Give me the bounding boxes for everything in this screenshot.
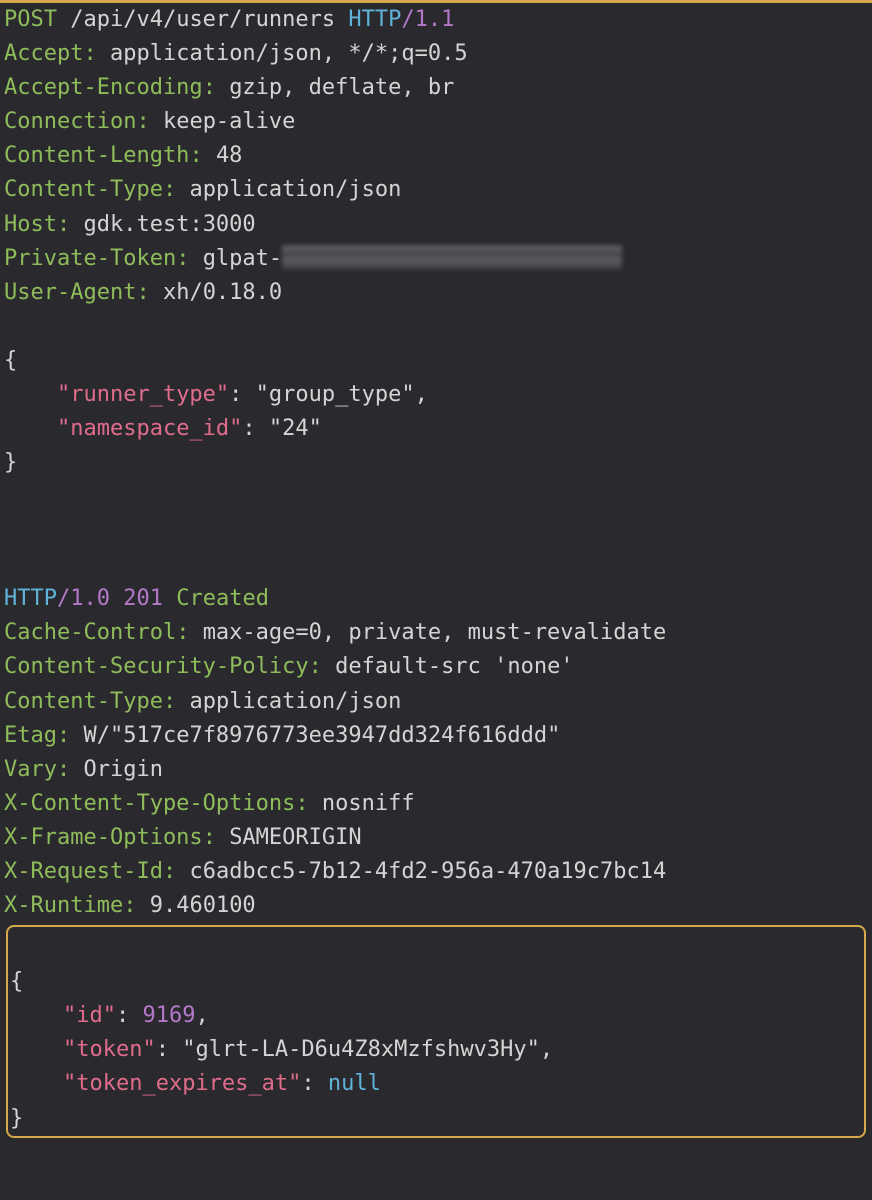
req-header-connection: Connection: keep-alive bbox=[4, 105, 868, 139]
res-body-open: { bbox=[10, 965, 862, 999]
status-text: Created bbox=[176, 586, 269, 611]
res-header-cache-control: Cache-Control: max-age=0, private, must-… bbox=[4, 616, 868, 650]
res-header-content-type: Content-Type: application/json bbox=[4, 685, 868, 719]
req-header-host: Host: gdk.test:3000 bbox=[4, 208, 868, 242]
req-body-namespace-id: "namespace_id": "24" bbox=[4, 412, 868, 446]
request-path: /api/v4/user/runners bbox=[70, 7, 335, 32]
res-body-token: "token": "glrt-LA-D6u4Z8xMzfshwv3Hy", bbox=[10, 1033, 862, 1067]
res-header-x-runtime: X-Runtime: 9.460100 bbox=[4, 889, 868, 923]
req-body-open: { bbox=[4, 344, 868, 378]
res-header-vary: Vary: Origin bbox=[4, 753, 868, 787]
http-protocol: HTTP bbox=[348, 7, 401, 32]
http-version: / bbox=[401, 7, 414, 32]
req-body-close: } bbox=[4, 446, 868, 480]
http-method: POST bbox=[4, 7, 57, 32]
req-header-accept-encoding: Accept-Encoding: gzip, deflate, br bbox=[4, 71, 868, 105]
status-code: 201 bbox=[123, 586, 163, 611]
res-header-csp: Content-Security-Policy: default-src 'no… bbox=[4, 650, 868, 684]
redacted-token-icon bbox=[282, 245, 622, 269]
res-header-x-content-type-options: X-Content-Type-Options: nosniff bbox=[4, 787, 868, 821]
request-line: POST /api/v4/user/runners HTTP/1.1 bbox=[4, 3, 868, 37]
req-header-accept: Accept: application/json, */*;q=0.5 bbox=[4, 37, 868, 71]
res-header-x-request-id: X-Request-Id: c6adbcc5-7b12-4fd2-956a-47… bbox=[4, 855, 868, 889]
req-header-content-type: Content-Type: application/json bbox=[4, 173, 868, 207]
res-body-token-expires: "token_expires_at": null bbox=[10, 1067, 862, 1101]
req-header-private-token: Private-Token: glpat- bbox=[4, 242, 868, 276]
res-body-close: } bbox=[10, 1102, 862, 1136]
res-header-etag: Etag: W/"517ce7f8976773ee3947dd324f616dd… bbox=[4, 719, 868, 753]
terminal-content: POST /api/v4/user/runners HTTP/1.1 Accep… bbox=[0, 3, 872, 1138]
response-status-line: HTTP/1.0 201 Created bbox=[4, 582, 868, 616]
response-body-highlight: { "id": 9169, "token": "glrt-LA-D6u4Z8xM… bbox=[6, 925, 866, 1137]
req-header-user-agent: User-Agent: xh/0.18.0 bbox=[4, 276, 868, 310]
req-body-runner-type: "runner_type": "group_type", bbox=[4, 378, 868, 412]
res-header-x-frame-options: X-Frame-Options: SAMEORIGIN bbox=[4, 821, 868, 855]
req-header-content-length: Content-Length: 48 bbox=[4, 139, 868, 173]
res-body-id: "id": 9169, bbox=[10, 999, 862, 1033]
